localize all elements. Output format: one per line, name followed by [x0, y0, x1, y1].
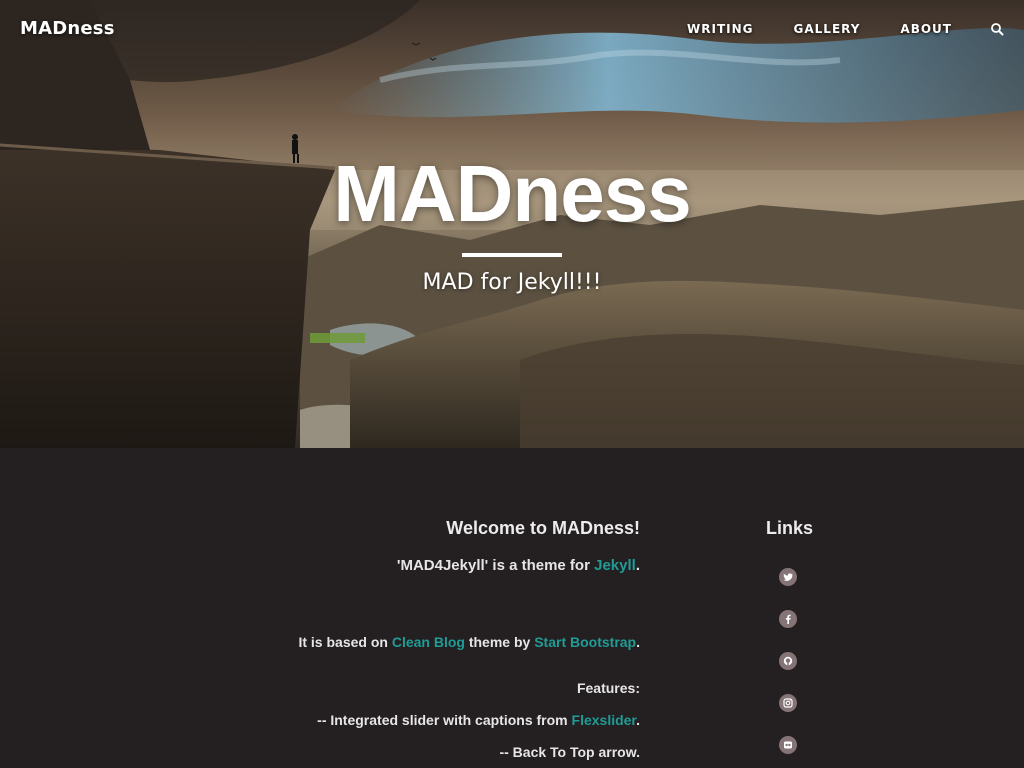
welcome-column: Welcome to MADness! 'MAD4Jekyll' is a th… — [240, 518, 640, 760]
links-heading: Links — [766, 518, 814, 538]
based-on-middle: theme by — [464, 634, 535, 650]
brand-logo-link[interactable]: MADness — [20, 18, 115, 39]
search-icon[interactable] — [990, 22, 1004, 36]
hero-subtitle: MAD for Jekyll!!! — [422, 270, 602, 295]
based-on-text: It is based on Clean Blog theme by Start… — [240, 634, 640, 650]
instagram-icon — [783, 698, 793, 708]
hero-divider — [462, 253, 562, 257]
based-on-prefix: It is based on — [298, 634, 392, 650]
github-icon — [783, 656, 793, 666]
main-nav: WRITING GALLERY ABOUT — [647, 22, 1004, 36]
intro-text-prefix: 'MAD4Jekyll' is a theme for — [396, 557, 595, 574]
flexslider-link[interactable]: Flexslider — [572, 712, 637, 728]
nav-item-writing[interactable]: WRITING — [687, 22, 753, 36]
feature-slider-text: -- Integrated slider with captions from … — [240, 712, 640, 728]
theme-intro-text: 'MAD4Jekyll' is a theme for Jekyll. — [240, 557, 640, 574]
links-column: Links — [766, 518, 816, 754]
facebook-link[interactable] — [779, 610, 797, 628]
twitter-link[interactable] — [779, 568, 797, 586]
instagram-link[interactable] — [779, 694, 797, 712]
nav-item-gallery[interactable]: GALLERY — [794, 22, 861, 36]
clean-blog-link[interactable]: Clean Blog — [392, 634, 465, 650]
twitter-icon — [783, 573, 793, 581]
based-on-suffix: . — [636, 634, 640, 650]
intro-text-suffix: . — [635, 557, 640, 574]
hero-title: MADness — [333, 149, 692, 238]
feature-back-to-top-text: -- Back To Top arrow. — [499, 744, 640, 760]
feature-slider-prefix: -- Integrated slider with captions from — [317, 712, 572, 728]
flickr-link[interactable] — [779, 736, 797, 754]
content-section: Welcome to MADness! 'MAD4Jekyll' is a th… — [0, 448, 1024, 768]
nav-item-about[interactable]: ABOUT — [900, 22, 952, 36]
welcome-heading: Welcome to MADness! — [446, 518, 640, 538]
hero-header: MADness WRITING GALLERY ABOUT MADness MA… — [0, 0, 1024, 448]
facebook-icon — [785, 614, 791, 624]
features-label: Features: — [576, 680, 640, 696]
start-bootstrap-link[interactable]: Start Bootstrap — [534, 634, 636, 650]
github-link[interactable] — [779, 652, 797, 670]
flickr-icon — [784, 741, 792, 749]
jekyll-link[interactable]: Jekyll — [594, 557, 636, 574]
feature-slider-suffix: . — [636, 712, 640, 728]
